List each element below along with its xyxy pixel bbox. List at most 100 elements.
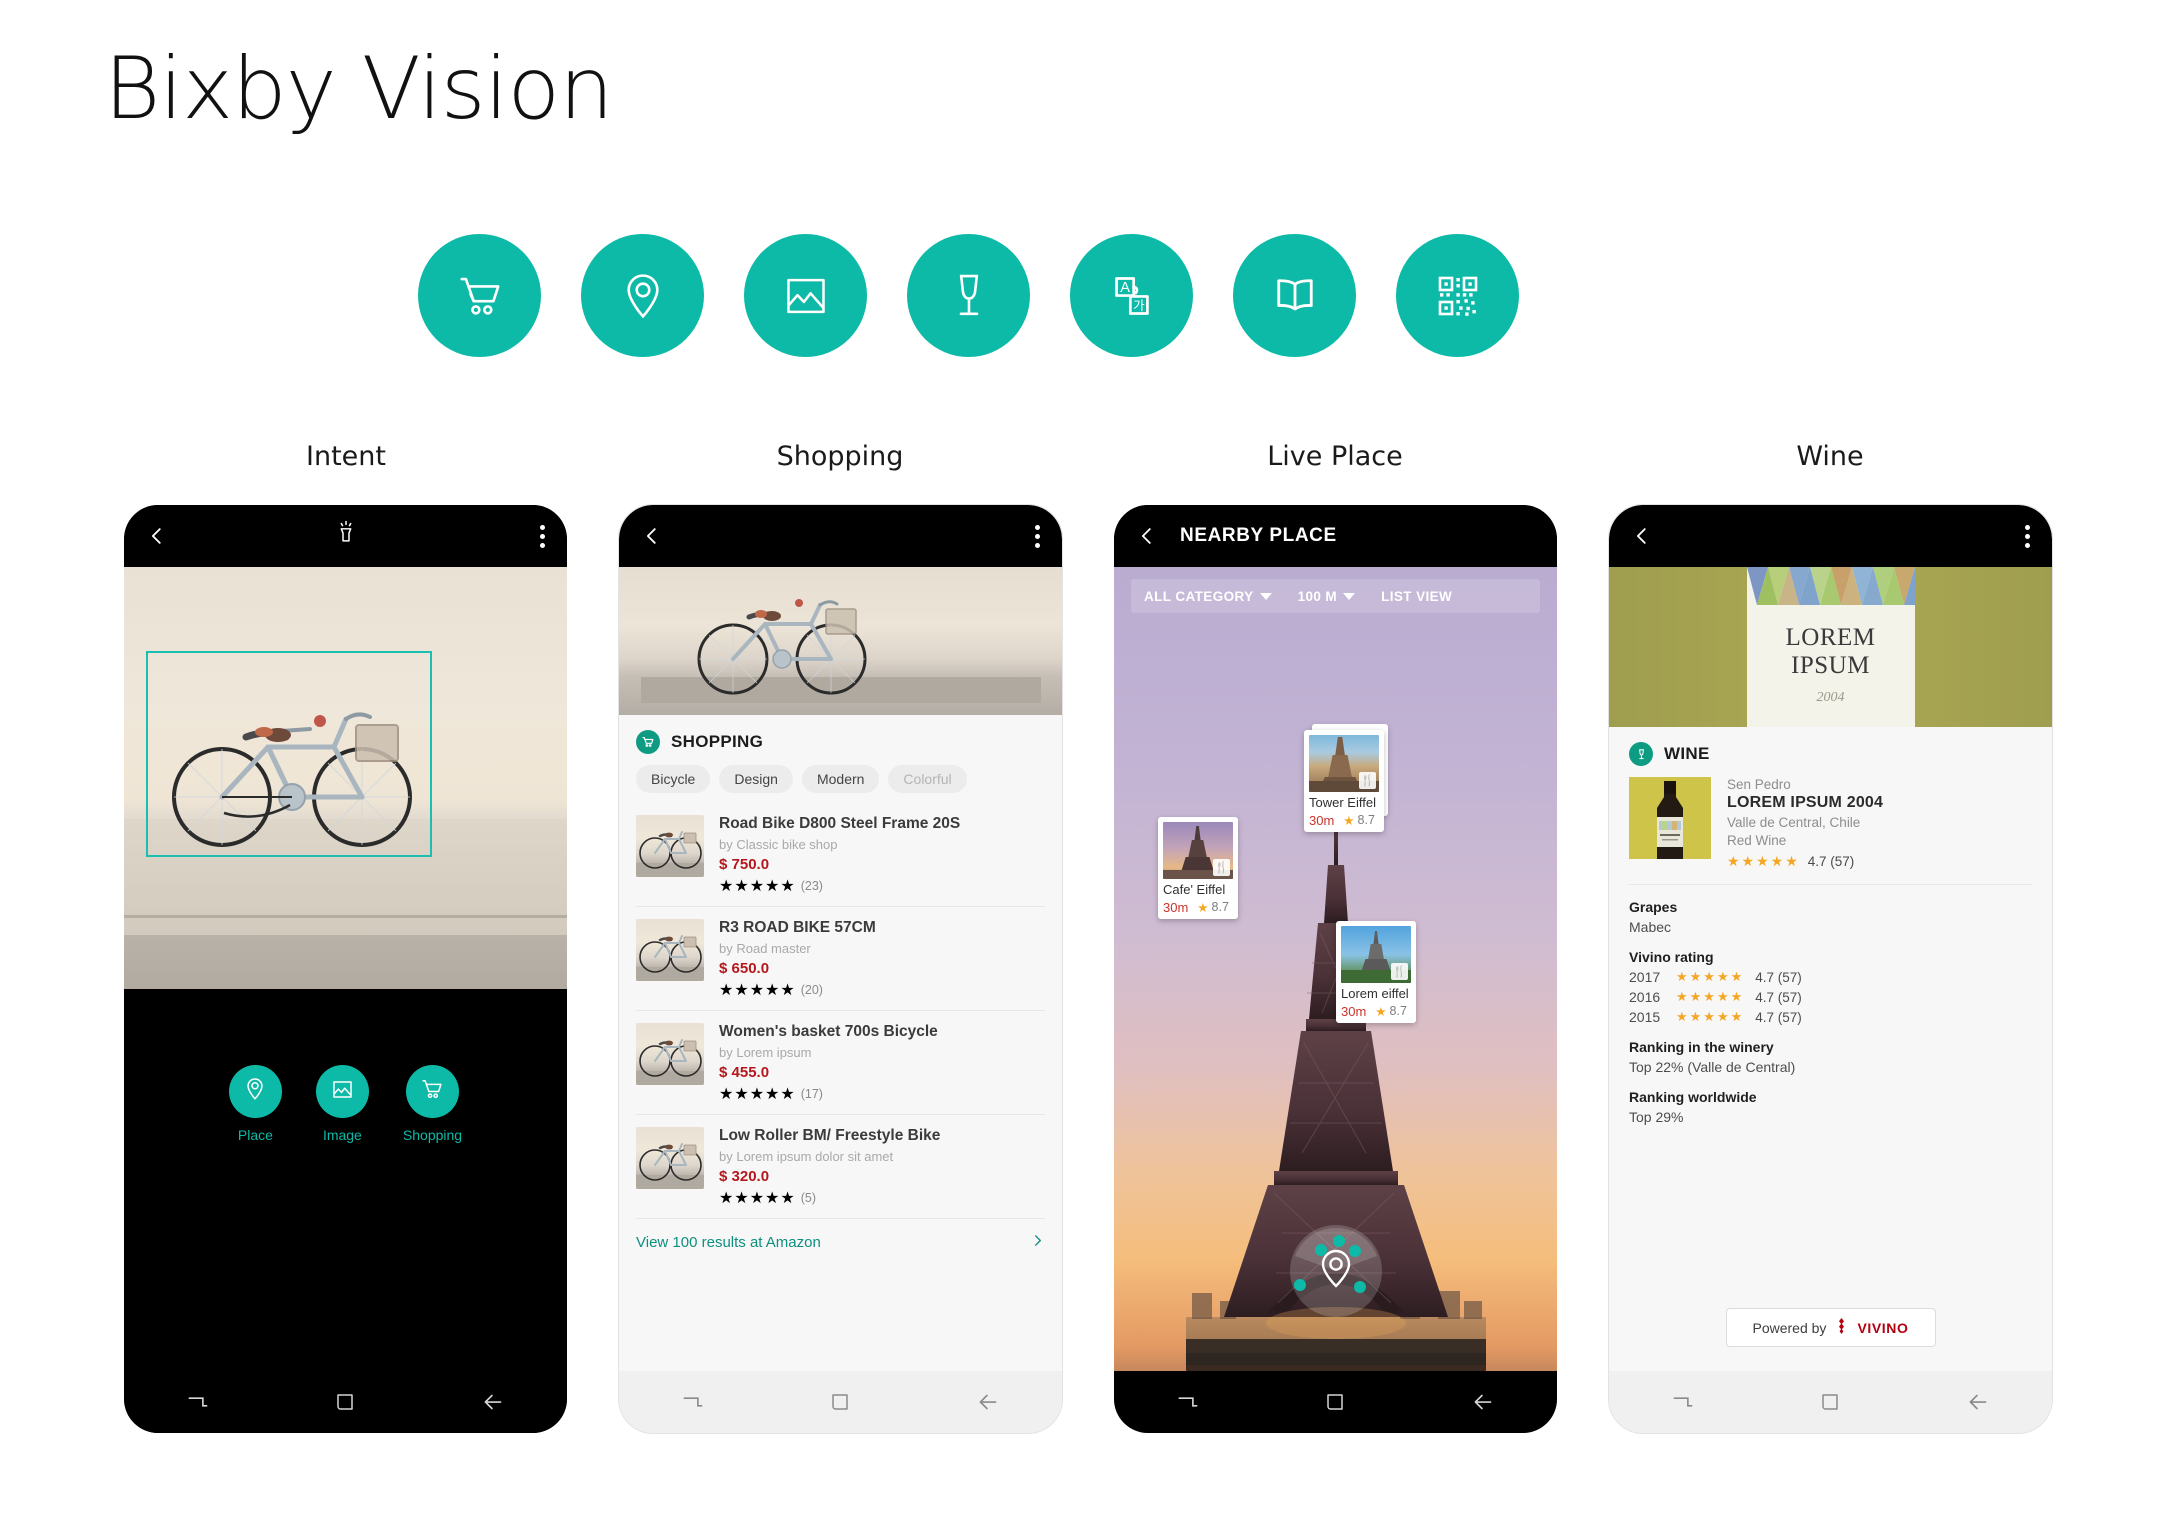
intent-action-label: Place [237, 1127, 273, 1143]
product-seller: by Road master [719, 940, 811, 956]
powered-by-vivino-button[interactable]: Powered by VIVINO [1725, 1308, 1936, 1347]
cart-icon [419, 1076, 445, 1107]
object-bounding-box[interactable] [146, 651, 432, 857]
home-icon[interactable] [333, 1390, 357, 1414]
phone-wine: LOREM IPSUM 2004 BOLGHER UPERIOR WINE [1609, 505, 2052, 1433]
product-row[interactable]: Women's basket 700s Bicycle by Lorem ips… [636, 1009, 1045, 1114]
feature-image-button[interactable] [744, 234, 867, 357]
star-icon: ★ [1375, 1004, 1387, 1019]
star-icon: ★ [765, 1085, 780, 1103]
system-navbar [1609, 1371, 2052, 1433]
shopping-section-header: SHOPPING [619, 715, 1062, 763]
ar-card-lorem-eiffel[interactable]: 🍴 Lorem eiffel 30m ★ 8.7 [1336, 921, 1416, 1023]
product-seller: by Classic bike shop [719, 836, 838, 852]
intent-action-image[interactable]: Image [315, 1065, 369, 1143]
back-icon[interactable] [480, 1389, 506, 1415]
svg-text:가: 가 [1133, 298, 1145, 312]
wine-section-header: WINE [1629, 727, 2032, 777]
ar-radar-compass[interactable] [1277, 1223, 1395, 1341]
vintage-row: 2017 ★★★★★ 4.7 (57) [1629, 969, 2032, 985]
phone-label-intent: Intent [306, 441, 386, 472]
place-distance: 30m [1341, 1003, 1367, 1019]
back-icon[interactable] [1470, 1389, 1496, 1415]
intent-action-label: Image [322, 1127, 362, 1143]
product-row[interactable]: Low Roller BM/ Freestyle Bike by Lorem i… [636, 1113, 1045, 1218]
recents-icon[interactable] [1670, 1389, 1696, 1415]
wine-grapes-section: Grapes Mabec [1629, 885, 2032, 935]
back-icon[interactable] [146, 525, 168, 547]
star-icon: ★ [1197, 900, 1209, 915]
home-icon[interactable] [1323, 1390, 1347, 1414]
chip-design[interactable]: Design [719, 765, 793, 793]
phone-label-wine: Wine [1796, 441, 1864, 472]
star-icon: ★ [765, 1189, 780, 1207]
wine-rating: ★★★★★ 4.7 (57) [1727, 853, 2032, 870]
overflow-menu-icon[interactable] [540, 524, 545, 548]
home-icon[interactable] [1818, 1390, 1842, 1414]
intent-action-place[interactable]: Place [228, 1065, 282, 1143]
wine-glass-icon [943, 270, 995, 322]
place-distance: 30m [1163, 899, 1189, 915]
star-icon: ★ [765, 877, 780, 895]
cart-icon [454, 270, 506, 322]
winery-ranking-section: Ranking in the winery Top 22% (Valle de … [1629, 1025, 2032, 1075]
vivino-wordmark: VIVINO [1857, 1319, 1909, 1336]
product-row[interactable]: Road Bike D800 Steel Frame 20S by Classi… [636, 803, 1045, 906]
chip-modern[interactable]: Modern [801, 765, 880, 793]
chevron-down-icon [1259, 592, 1272, 600]
feature-place-button[interactable] [581, 234, 704, 357]
feature-wine-button[interactable] [907, 234, 1030, 357]
view-more-results-link[interactable]: View 100 results at Amazon [636, 1217, 1045, 1266]
feature-qr-button[interactable] [1396, 234, 1519, 357]
scanned-photo [619, 567, 1062, 715]
ar-card-cafe-eiffel[interactable]: 🍴 Cafe' Eiffel 30m ★ 8.7 [1158, 817, 1238, 919]
distance-filter[interactable]: 100 M [1285, 589, 1369, 604]
back-icon[interactable] [1631, 525, 1653, 547]
product-row[interactable]: R3 ROAD BIKE 57CM by Road master $ 650.0… [636, 905, 1045, 1010]
back-icon[interactable] [1965, 1389, 1991, 1415]
section-value: Mabec [1629, 919, 1672, 935]
ar-camera-view[interactable]: ALL CATEGORY 100 M LIST VIEW 🍴 Tower Eif… [1114, 567, 1557, 1433]
feature-translate-button[interactable]: A 가 [1070, 234, 1193, 357]
chip-colorful[interactable]: Colorful [888, 765, 967, 793]
back-icon[interactable] [641, 525, 663, 547]
product-thumbnail [636, 918, 704, 981]
phone-shopping: SHOPPING Bicycle Design Modern Colorful [619, 505, 1062, 1433]
home-icon[interactable] [828, 1390, 852, 1414]
wine-bottle-thumbnail [1629, 777, 1711, 859]
intent-action-shopping[interactable]: Shopping [403, 1065, 462, 1143]
star-rating: ★★★★★ [1727, 853, 1800, 869]
star-icon: ★ [734, 1085, 749, 1103]
back-icon[interactable] [1136, 525, 1158, 547]
ar-card-tower-eiffel[interactable]: 🍴 Tower Eiffel 30m ★ 8.7 [1304, 730, 1384, 832]
system-navbar [619, 1371, 1062, 1433]
section-heading: Ranking worldwide [1629, 1089, 1757, 1105]
label-pattern [1746, 567, 1915, 605]
place-name: Cafe' Eiffel [1163, 882, 1226, 897]
product-price: $ 320.0 [719, 1167, 770, 1185]
ar-filter-toolbar: ALL CATEGORY 100 M LIST VIEW [1131, 579, 1540, 613]
place-score: ★ 8.7 [1375, 1004, 1407, 1019]
place-score-value: 8.7 [1357, 813, 1375, 828]
section-title: WINE [1664, 744, 1710, 763]
recents-icon[interactable] [185, 1389, 211, 1415]
list-view-button[interactable]: LIST VIEW [1368, 589, 1465, 604]
recents-icon[interactable] [680, 1389, 706, 1415]
wine-summary[interactable]: Sen Pedro LOREM IPSUM 2004 Valle de Cent… [1629, 777, 2032, 885]
wine-brand: Sen Pedro [1727, 777, 1791, 792]
place-score-value: 8.7 [1211, 900, 1229, 915]
chip-bicycle[interactable]: Bicycle [636, 765, 711, 793]
phone-intent: Place Image Shopping [124, 505, 567, 1433]
flashlight-icon[interactable] [333, 519, 359, 556]
overflow-menu-icon[interactable] [1035, 524, 1040, 548]
phone-label-shopping: Shopping [776, 441, 904, 472]
recents-icon[interactable] [1175, 1389, 1201, 1415]
camera-preview[interactable] [124, 567, 567, 1051]
review-count: (17) [800, 1086, 823, 1101]
back-icon[interactable] [975, 1389, 1001, 1415]
feature-text-button[interactable] [1233, 234, 1356, 357]
category-filter[interactable]: ALL CATEGORY [1131, 589, 1285, 604]
overflow-menu-icon[interactable] [2025, 524, 2030, 548]
product-list: Road Bike D800 Steel Frame 20S by Classi… [619, 803, 1062, 1218]
feature-shopping-button[interactable] [418, 234, 541, 357]
